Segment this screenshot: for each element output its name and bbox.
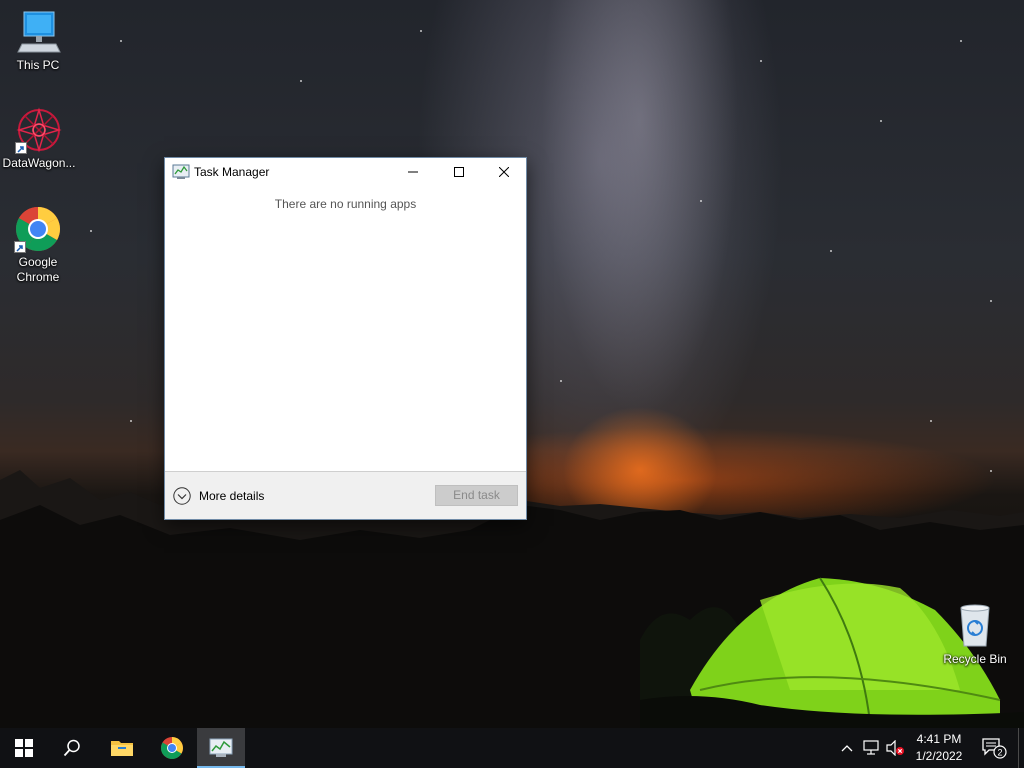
desktop-icon-label: DataWagon... <box>2 156 76 170</box>
desktop-icon-label-line1: Google <box>18 255 58 269</box>
datawagon-icon <box>15 106 63 154</box>
chevron-up-icon <box>841 745 853 752</box>
close-icon <box>499 167 509 177</box>
task-manager-window[interactable]: Task Manager There are no running apps M… <box>164 157 527 520</box>
minimize-icon <box>408 171 418 173</box>
window-title: Task Manager <box>194 165 270 179</box>
no-running-apps-message: There are no running apps <box>274 197 417 211</box>
action-center-button[interactable]: 2 <box>978 728 1010 768</box>
volume-button[interactable] <box>884 728 906 768</box>
shortcut-arrow-icon <box>15 142 27 154</box>
windows-logo-icon <box>15 739 33 757</box>
taskbar: 4:41 PM 1/2/2022 2 <box>0 728 1024 768</box>
taskbar-file-explorer[interactable] <box>98 728 146 768</box>
desktop-icon-recycle-bin[interactable]: Recycle Bin <box>937 602 1013 667</box>
desktop-icon-label: Recycle Bin <box>943 652 1007 666</box>
desktop-icon-label: This PC <box>16 58 60 72</box>
chrome-icon <box>14 205 62 253</box>
shortcut-arrow-icon <box>14 241 26 253</box>
desktop-icon-google-chrome[interactable]: Google Chrome <box>0 205 76 285</box>
recycle-bin-icon <box>951 602 999 650</box>
maximize-button[interactable] <box>436 158 482 186</box>
search-button[interactable] <box>48 728 96 768</box>
clock[interactable]: 4:41 PM 1/2/2022 <box>906 731 972 765</box>
network-button[interactable] <box>860 728 882 768</box>
chrome-icon <box>161 737 183 759</box>
chevron-down-circle-icon <box>173 487 191 505</box>
maximize-icon <box>454 167 464 177</box>
folder-icon <box>111 741 133 756</box>
title-bar[interactable]: Task Manager <box>165 158 526 186</box>
clock-time: 4:41 PM <box>916 732 962 746</box>
window-footer: More details End task <box>165 471 526 519</box>
taskbar-task-manager[interactable] <box>197 728 245 768</box>
desktop-icon-this-pc[interactable]: This PC <box>0 8 76 73</box>
search-icon <box>63 739 80 757</box>
volume-muted-icon <box>886 740 904 756</box>
notification-count: 2 <box>997 748 1002 758</box>
task-manager-icon <box>209 738 233 757</box>
notification-icon: 2 <box>982 738 1007 759</box>
network-icon <box>863 740 879 755</box>
task-manager-app-icon <box>172 164 190 180</box>
more-details-label: More details <box>199 489 265 503</box>
start-button[interactable] <box>0 728 48 768</box>
taskbar-google-chrome[interactable] <box>148 728 196 768</box>
clock-date: 1/2/2022 <box>915 749 963 763</box>
desktop-icon-datawagon[interactable]: DataWagon... <box>1 106 77 171</box>
show-hidden-icons-button[interactable] <box>836 728 858 768</box>
desktop-icon-label-line2: Chrome <box>16 270 60 284</box>
show-desktop-button[interactable] <box>1018 728 1024 768</box>
close-button[interactable] <box>481 158 527 186</box>
end-task-button[interactable]: End task <box>435 485 518 506</box>
minimize-button[interactable] <box>390 158 436 186</box>
computer-icon <box>14 8 62 56</box>
